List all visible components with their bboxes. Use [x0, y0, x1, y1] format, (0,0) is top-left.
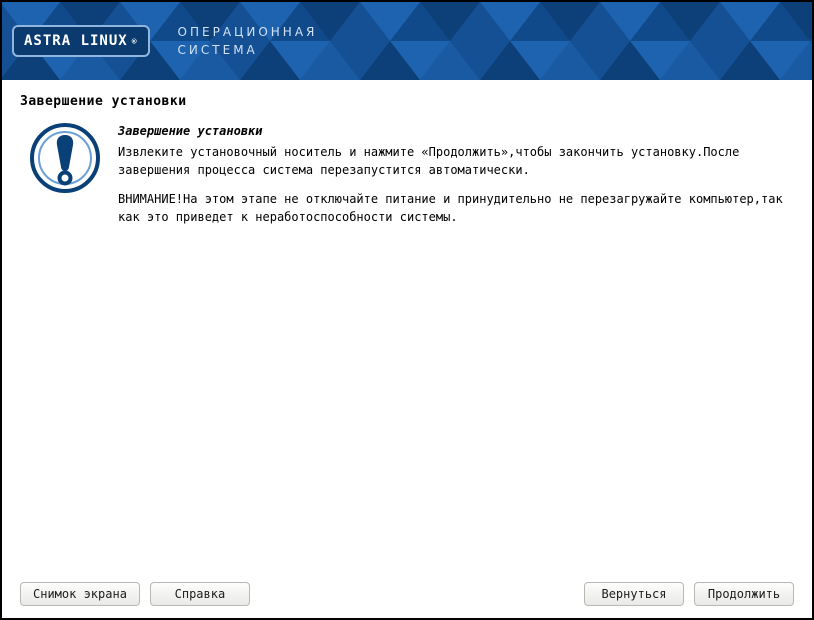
brand-logo: ASTRA LINUX ® [12, 25, 150, 57]
brand-name: ASTRA LINUX [24, 33, 128, 49]
logo-block: ASTRA LINUX ® ОПЕРАЦИОННАЯ СИСТЕМА [12, 23, 317, 59]
spacer [20, 238, 794, 572]
body-row: Завершение установки Извлеките установоч… [20, 123, 794, 238]
page-title: Завершение установки [20, 94, 794, 109]
installer-window: ASTRA LINUX ® ОПЕРАЦИОННАЯ СИСТЕМА Заверш… [0, 0, 814, 620]
button-bar: Снимок экрана Справка Вернуться Продолжи… [20, 572, 794, 606]
header-line2: СИСТЕМА [178, 41, 318, 59]
help-button[interactable]: Справка [150, 582, 250, 606]
button-gap [260, 582, 574, 606]
header-banner: ASTRA LINUX ® ОПЕРАЦИОННАЯ СИСТЕМА [2, 2, 812, 80]
icon-column [20, 123, 100, 238]
continue-button[interactable]: Продолжить [694, 582, 794, 606]
content-area: Завершение установки Завершение установк… [2, 80, 812, 618]
text-column: Завершение установки Извлеките установоч… [118, 123, 794, 238]
header-line1: ОПЕРАЦИОННАЯ [178, 23, 318, 41]
exclamation-icon [30, 123, 100, 193]
header-subtitle: ОПЕРАЦИОННАЯ СИСТЕМА [178, 23, 318, 59]
back-button[interactable]: Вернуться [584, 582, 684, 606]
section-subtitle: Завершение установки [118, 123, 794, 140]
paragraph-1: Извлеките установочный носитель и нажмит… [118, 144, 794, 179]
screenshot-button[interactable]: Снимок экрана [20, 582, 140, 606]
paragraph-2: ВНИМАНИЕ!На этом этапе не отключайте пит… [118, 191, 794, 226]
brand-reg: ® [132, 37, 138, 46]
